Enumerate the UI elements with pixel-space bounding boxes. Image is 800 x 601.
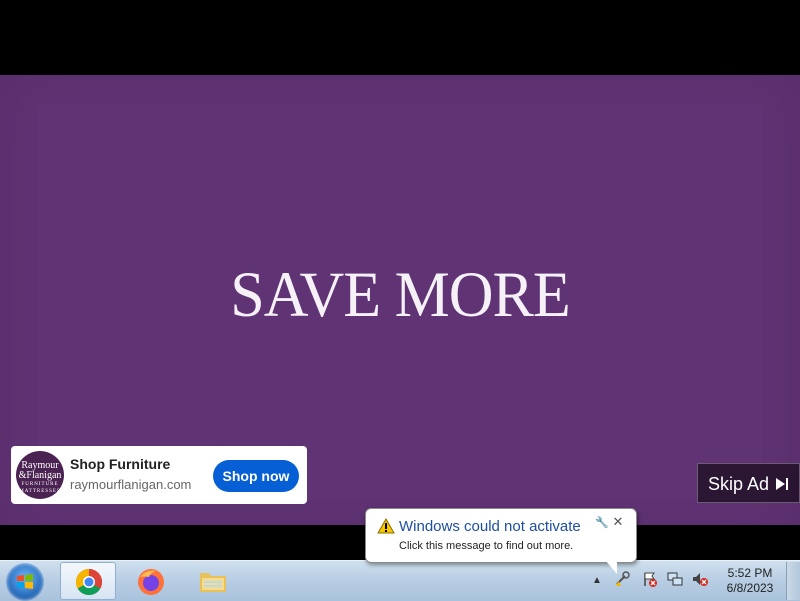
close-icon[interactable]: ✕: [612, 515, 624, 528]
notification-title[interactable]: Windows could not activate: [399, 518, 581, 535]
notification-message[interactable]: Click this message to find out more.: [399, 540, 573, 552]
skip-ad-button[interactable]: Skip Ad: [697, 463, 800, 503]
advertiser-logo[interactable]: Raymour &Flanigan FURNITURE MATTRESSES: [16, 451, 64, 499]
show-desktop-button[interactable]: [786, 562, 800, 600]
windows-logo-icon: [17, 574, 33, 589]
taskbar-firefox[interactable]: [122, 562, 178, 600]
activation-notification[interactable]: Windows could not activate Click this me…: [365, 508, 637, 563]
show-hidden-icons-arrow[interactable]: ▲: [592, 575, 602, 586]
folder-icon: [200, 573, 226, 592]
skip-ad-label: Skip Ad: [708, 474, 770, 494]
ad-url[interactable]: raymourflanigan.com: [70, 477, 191, 492]
ad-headline: SAVE MORE: [230, 259, 571, 331]
network-icon[interactable]: [667, 571, 683, 587]
wrench-icon[interactable]: 🔧: [595, 518, 609, 529]
clock-time: 5:52 PM: [727, 566, 773, 580]
clock-date: 6/8/2023: [726, 581, 774, 595]
volume-muted-icon[interactable]: [692, 571, 708, 587]
skip-next-icon: [776, 478, 788, 490]
firefox-icon: [138, 569, 164, 595]
shop-now-button[interactable]: Shop now: [213, 460, 299, 492]
start-button[interactable]: [6, 563, 44, 601]
taskbar-explorer[interactable]: [184, 562, 240, 600]
ad-companion-card[interactable]: Raymour &Flanigan FURNITURE MATTRESSES S…: [11, 446, 307, 504]
chrome-icon: [75, 568, 103, 596]
taskbar-chrome[interactable]: [60, 562, 116, 600]
system-clock[interactable]: 5:52 PM 6/8/2023: [718, 566, 782, 596]
action-center-icon[interactable]: [642, 571, 658, 587]
warning-icon: [377, 518, 395, 534]
ad-title[interactable]: Shop Furniture: [70, 456, 170, 472]
notification-tail: [605, 560, 617, 574]
